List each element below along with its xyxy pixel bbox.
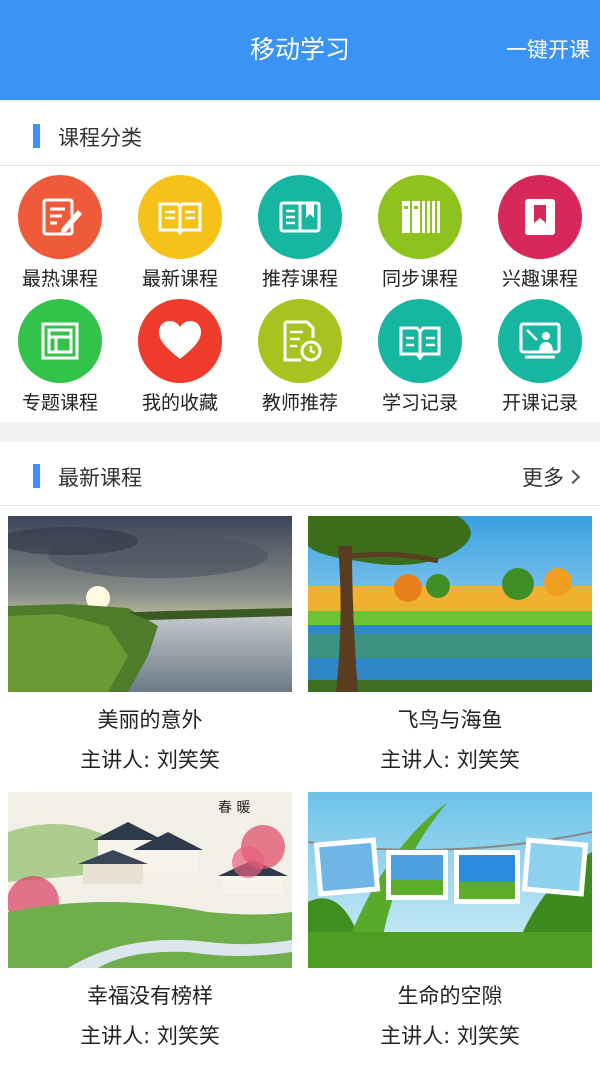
- course-teacher: 主讲人: 刘笑笑: [80, 1024, 220, 1048]
- notebook-icon: [378, 299, 462, 383]
- course-title: 生命的空隙: [397, 984, 503, 1008]
- course-card[interactable]: 飞鸟与海鱼 主讲人: 刘笑笑: [308, 506, 592, 776]
- category-recommended-courses[interactable]: 推荐课程: [240, 166, 360, 290]
- category-label: 最新课程: [141, 268, 218, 290]
- bookmark-book-icon: [498, 175, 582, 259]
- category-label: 最热课程: [21, 268, 98, 290]
- category-section-header: 课程分类: [0, 102, 600, 166]
- category-label: 我的收藏: [141, 392, 218, 414]
- section-accent-bar: [33, 464, 40, 488]
- svg-text:春 暖: 春 暖: [218, 800, 250, 816]
- course-card[interactable]: 美丽的意外 主讲人: 刘笑笑: [8, 506, 292, 776]
- section-accent-bar: [33, 124, 40, 148]
- category-interest-courses[interactable]: 兴趣课程: [480, 166, 600, 290]
- open-book-icon: [138, 175, 222, 259]
- course-card[interactable]: 春 暖 幸福没有榜样 主讲人: 刘笑笑: [8, 782, 292, 1052]
- latest-section-title: 最新课程: [58, 466, 142, 490]
- app-header: 移动学习 一键开课: [0, 0, 600, 100]
- course-teacher: 主讲人: 刘笑笑: [380, 748, 520, 772]
- heart-icon: [138, 299, 222, 383]
- bookshelf-icon: [378, 175, 462, 259]
- category-course-records[interactable]: 开课记录: [480, 290, 600, 414]
- category-label: 教师推荐: [261, 392, 338, 414]
- quick-start-course-button[interactable]: 一键开课: [506, 34, 590, 64]
- category-label: 开课记录: [501, 392, 578, 414]
- course-list: 美丽的意外 主讲人: 刘笑笑 飞鸟与海鱼 主讲人: 刘笑笑 春 暖 幸福没有榜样…: [0, 506, 600, 1067]
- course-thumbnail: [308, 516, 592, 692]
- chevron-right-icon: [565, 469, 581, 485]
- category-topic-courses[interactable]: 专题课程: [0, 290, 120, 414]
- category-study-records[interactable]: 学习记录: [360, 290, 480, 414]
- course-thumbnail: 春 暖: [8, 792, 292, 968]
- category-hot-courses[interactable]: 最热课程: [0, 166, 120, 290]
- course-title: 飞鸟与海鱼: [397, 708, 503, 732]
- edit-document-icon: [18, 175, 102, 259]
- category-label: 推荐课程: [261, 268, 338, 290]
- more-label: 更多: [522, 466, 564, 490]
- category-teacher-recommended[interactable]: 教师推荐: [240, 290, 360, 414]
- category-new-courses[interactable]: 最新课程: [120, 166, 240, 290]
- course-thumbnail: [8, 516, 292, 692]
- category-section-title: 课程分类: [58, 126, 142, 150]
- latest-section-header: 最新课程 更多: [0, 442, 600, 506]
- category-grid: 最热课程 最新课程 推荐课程 同步课程 兴趣课程 专题课程 我的收藏 教师推荐 …: [0, 166, 600, 422]
- presentation-board-icon: [498, 299, 582, 383]
- course-title: 美丽的意外: [97, 708, 203, 732]
- course-teacher: 主讲人: 刘笑笑: [80, 748, 220, 772]
- category-label: 学习记录: [381, 392, 458, 414]
- bookmarked-book-icon: [258, 175, 342, 259]
- category-label: 同步课程: [381, 268, 458, 290]
- course-thumbnail: [308, 792, 592, 968]
- category-label: 兴趣课程: [501, 268, 578, 290]
- document-clock-icon: [258, 299, 342, 383]
- course-title: 幸福没有榜样: [87, 984, 213, 1008]
- category-label: 专题课程: [21, 392, 98, 414]
- course-card[interactable]: 生命的空隙 主讲人: 刘笑笑: [308, 782, 592, 1052]
- category-sync-courses[interactable]: 同步课程: [360, 166, 480, 290]
- course-teacher: 主讲人: 刘笑笑: [380, 1024, 520, 1048]
- layout-window-icon: [18, 299, 102, 383]
- category-my-favorites[interactable]: 我的收藏: [120, 290, 240, 414]
- more-courses-link[interactable]: 更多: [522, 462, 581, 492]
